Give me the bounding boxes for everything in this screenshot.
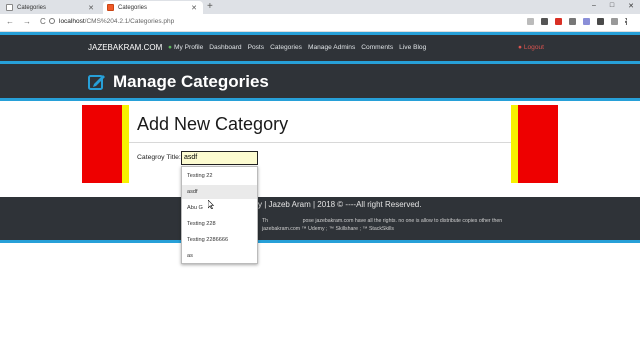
minimize-icon[interactable]: –: [592, 2, 596, 10]
browser-nav-buttons: ← → C: [6, 17, 46, 26]
address-bar[interactable]: localhost/CMS%204.2.1/Categories.php: [49, 18, 174, 25]
footer-links: jazebakram.com ™ Udemy ; ™ Skillshare ; …: [262, 226, 395, 232]
browser-tab-strip: Categories ✕ Categories ✕ + – □ ✕: [0, 0, 640, 14]
site-brand[interactable]: JAZEBAKRAM.COM: [88, 43, 162, 52]
logout-label: Logout: [523, 44, 544, 51]
info-icon[interactable]: [49, 18, 55, 24]
page-title: Manage Categories: [113, 72, 269, 91]
new-tab-button[interactable]: +: [207, 1, 213, 12]
left-yellow-bar: [122, 105, 129, 183]
edit-icon: [88, 75, 105, 90]
footer-copyright: y | Jazeb Aram | 2018 © ----All right Re…: [258, 200, 422, 209]
mouse-cursor-icon: [208, 200, 214, 209]
autocomplete-option[interactable]: Testing 228: [182, 217, 257, 231]
divider: [129, 142, 511, 143]
right-red-bar: [518, 105, 558, 183]
browser-toolbar: ← → C localhost/CMS%204.2.1/Categories.p…: [0, 14, 640, 32]
nav-link-live-blog[interactable]: Live Blog: [399, 44, 426, 51]
right-yellow-bar: [511, 105, 518, 183]
autocomplete-dropdown: Testing 22 asdf Abu G Testing 228 Testin…: [181, 166, 258, 264]
category-title-label: Categroy Title:: [137, 154, 181, 161]
nav-links: ● My Profile Dashboard Posts Categories M…: [168, 44, 426, 51]
window-controls: – □ ✕: [592, 2, 634, 10]
site-footer: y | Jazeb Aram | 2018 © ----All right Re…: [0, 197, 640, 243]
nav-link-my-profile[interactable]: ● My Profile: [168, 44, 203, 51]
back-arrow-icon[interactable]: ←: [6, 17, 14, 26]
page-header: Manage Categories: [0, 64, 640, 101]
user-icon: ●: [168, 44, 172, 51]
autocomplete-option[interactable]: Abu G: [182, 201, 257, 215]
extension-icon[interactable]: [555, 18, 562, 25]
site-navbar: JAZEBAKRAM.COM ● My Profile Dashboard Pos…: [0, 32, 640, 64]
maximize-icon[interactable]: □: [610, 2, 614, 10]
browser-tab-categories-2[interactable]: Categories ✕: [103, 1, 203, 14]
extension-icon[interactable]: [597, 18, 604, 25]
footer-notice: Th pose jazebakram.com have all the righ…: [262, 218, 503, 224]
autocomplete-option[interactable]: asdf: [182, 185, 257, 199]
tab-title: Categories: [118, 4, 148, 11]
close-tab-icon[interactable]: ✕: [191, 4, 197, 12]
autocomplete-option[interactable]: Testing 22: [182, 169, 257, 183]
extension-icon[interactable]: [569, 18, 576, 25]
nav-link-manage-admins[interactable]: Manage Admins: [308, 44, 355, 51]
autocomplete-option[interactable]: Testing 2286666: [182, 233, 257, 247]
close-window-icon[interactable]: ✕: [628, 2, 634, 10]
nav-link-label: My Profile: [173, 44, 204, 51]
nav-link-comments[interactable]: Comments: [361, 44, 393, 51]
autocomplete-option[interactable]: as: [182, 249, 257, 263]
url-path: /CMS%204.2.1/Categories.php: [84, 18, 175, 25]
bookmark-star-icon[interactable]: [527, 18, 534, 25]
profile-icon[interactable]: [611, 18, 618, 25]
tab-title: Categories: [17, 4, 47, 11]
extension-icons: [527, 18, 632, 25]
nav-link-dashboard[interactable]: Dashboard: [209, 44, 241, 51]
nav-link-categories[interactable]: Categories: [270, 44, 302, 51]
extension-icon[interactable]: [583, 18, 590, 25]
logout-link[interactable]: ● Logout: [518, 44, 544, 51]
category-title-input[interactable]: asdf: [181, 151, 258, 165]
close-tab-icon[interactable]: ✕: [88, 4, 94, 12]
left-red-bar: [82, 105, 122, 183]
page-favicon-icon: [6, 4, 13, 11]
nav-link-posts[interactable]: Posts: [248, 44, 265, 51]
reload-icon[interactable]: C: [40, 17, 46, 26]
form-title: Add New Category: [137, 114, 289, 134]
extension-icon[interactable]: [541, 18, 548, 25]
forward-arrow-icon[interactable]: →: [23, 17, 31, 26]
url-host: localhost: [59, 18, 85, 25]
menu-icon[interactable]: [625, 18, 632, 25]
browser-tab-categories-1[interactable]: Categories ✕: [2, 1, 100, 14]
page-favicon-icon: [107, 4, 114, 11]
